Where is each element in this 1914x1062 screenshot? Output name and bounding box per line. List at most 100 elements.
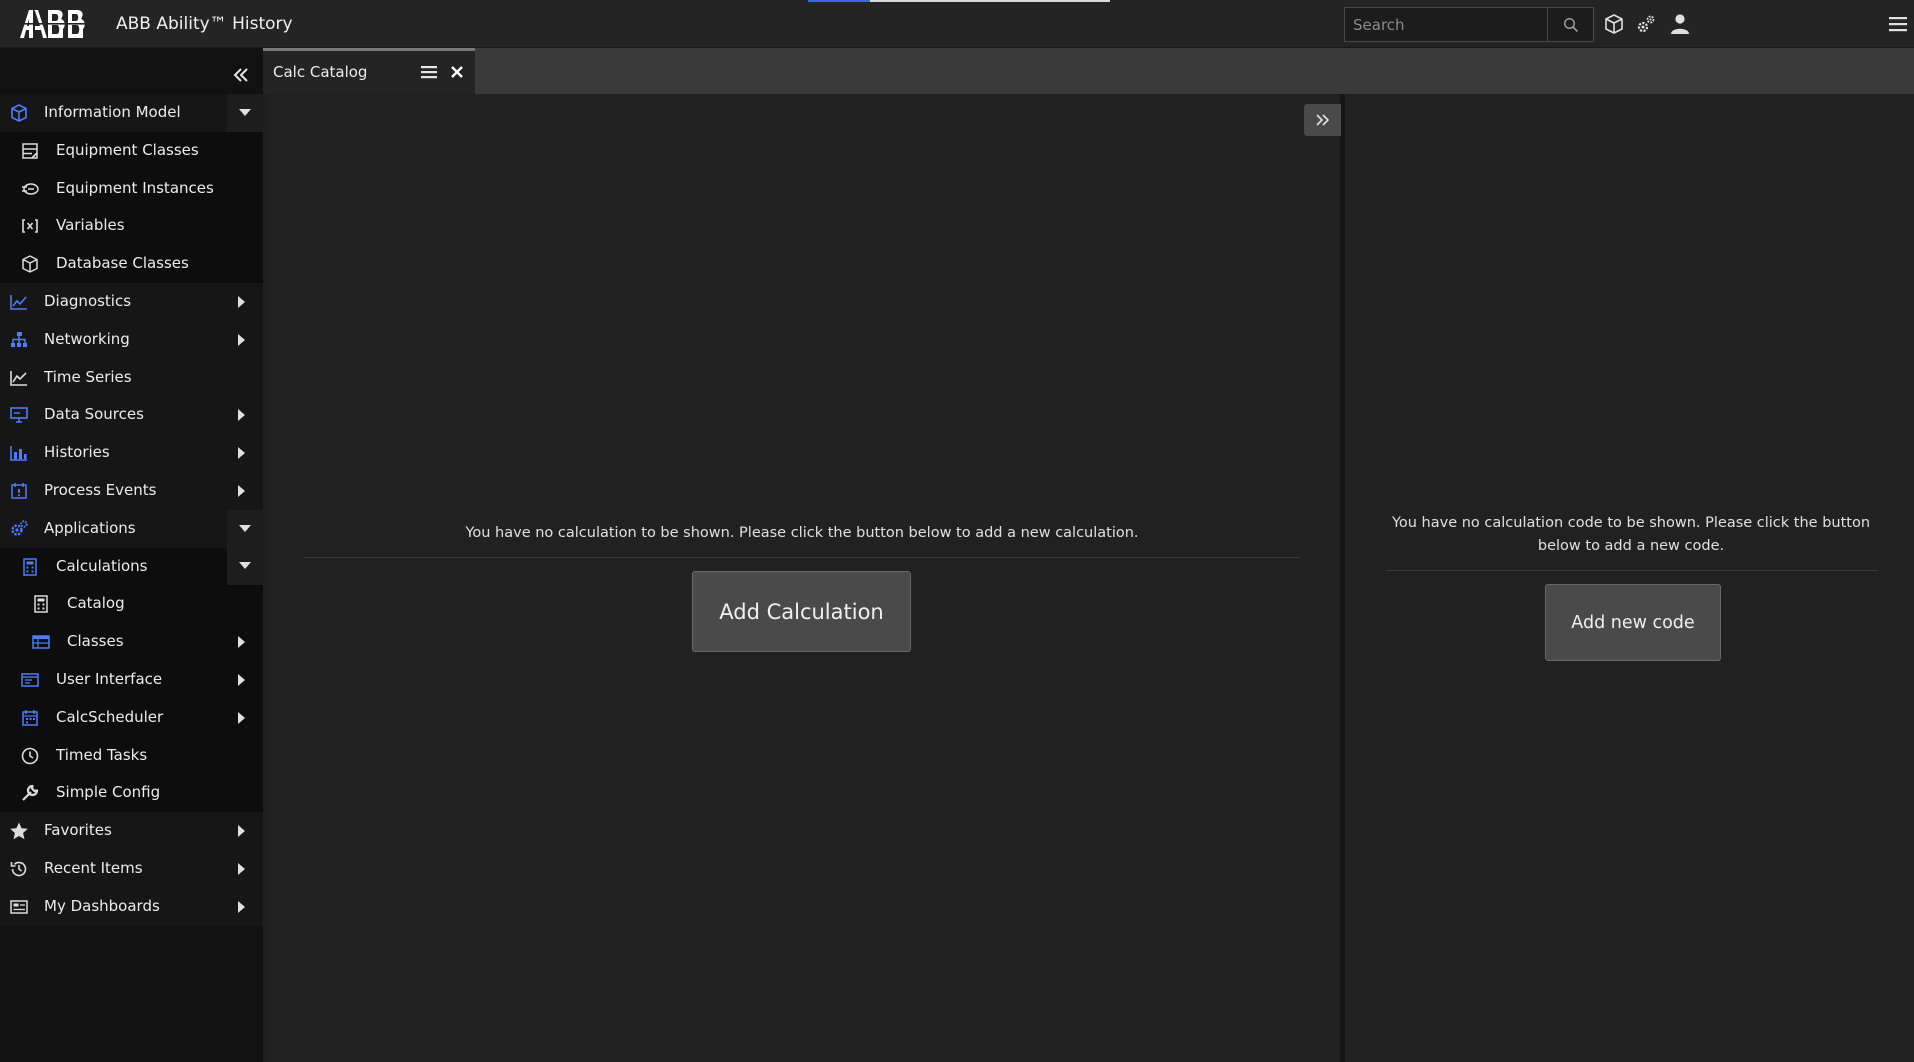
sidebar-item-database-classes[interactable]: Database Classes <box>0 245 263 283</box>
sidebar-item-recent-items[interactable]: Recent Items <box>0 849 263 888</box>
search-button[interactable] <box>1547 8 1593 41</box>
app-title: ABB Ability™ History <box>116 14 293 34</box>
sidebar-item-label: Classes <box>67 632 124 651</box>
settings-gears-icon[interactable] <box>1634 12 1658 36</box>
sidebar-item-label: Time Series <box>44 367 132 386</box>
sidebar-item-label: Variables <box>56 216 125 235</box>
sidebar-item-label: Applications <box>44 518 136 537</box>
search-input[interactable] <box>1345 8 1547 41</box>
network-icon <box>8 329 30 351</box>
sidebar-item-timed-tasks[interactable]: Timed Tasks <box>0 736 263 775</box>
sidebar-item-label: Data Sources <box>44 405 144 424</box>
cube-icon <box>8 102 30 124</box>
sidebar-item-calcscheduler[interactable]: CalcScheduler <box>0 698 263 737</box>
tab-menu-icon[interactable] <box>419 62 439 82</box>
calculator-catalog-icon <box>30 593 52 615</box>
caret-down-icon[interactable] <box>227 547 263 586</box>
variables-icon <box>19 215 41 237</box>
add-new-code-button[interactable]: Add new code <box>1545 584 1721 661</box>
top-progress-indicator <box>808 0 1110 2</box>
caret-right-icon[interactable] <box>235 824 249 838</box>
divider-line <box>1386 570 1878 571</box>
calculator-icon <box>19 556 41 578</box>
sidebar-item-favorites[interactable]: Favorites <box>0 812 263 850</box>
sidebar-item-user-interface[interactable]: User Interface <box>0 660 263 699</box>
wrench-icon <box>19 782 41 804</box>
sidebar-item-histories[interactable]: Histories <box>0 434 263 472</box>
caret-right-icon[interactable] <box>235 673 249 687</box>
no-calculation-message: You have no calculation to be shown. Ple… <box>465 525 1139 541</box>
sidebar-item-applications[interactable]: Applications <box>0 509 263 548</box>
sidebar-item-simple-config[interactable]: Simple Config <box>0 774 263 813</box>
caret-right-icon[interactable] <box>235 862 249 876</box>
expand-pane-button[interactable] <box>1304 104 1341 136</box>
sidebar-item-equipment-instances[interactable]: Equipment Instances <box>0 169 263 208</box>
sidebar-item-calculations[interactable]: Calculations <box>0 547 263 586</box>
history-icon <box>8 858 30 880</box>
table-icon <box>30 631 52 653</box>
sidebar-item-label: My Dashboards <box>44 896 160 915</box>
sidebar-item-catalog[interactable]: Catalog <box>0 585 263 624</box>
sidebar-item-label: Database Classes <box>56 254 189 273</box>
app-root: ABB Ability™ History Information Model <box>0 0 1914 1062</box>
caret-right-icon[interactable] <box>235 484 249 498</box>
sidebar-item-networking[interactable]: Networking <box>0 320 263 359</box>
gears-icon <box>8 518 30 540</box>
caret-right-icon[interactable] <box>235 333 249 347</box>
dashboard-icon <box>8 896 30 918</box>
user-interface-icon <box>19 669 41 691</box>
cube-outline-icon <box>19 253 41 275</box>
top-header: ABB Ability™ History <box>0 0 1914 48</box>
sidebar-item-label: Catalog <box>67 594 125 613</box>
diagnostics-chart-icon <box>8 291 30 313</box>
sidebar-item-classes[interactable]: Classes <box>0 623 263 661</box>
abb-logo[interactable] <box>20 8 96 40</box>
monitor-icon <box>8 404 30 426</box>
caret-right-icon[interactable] <box>235 295 249 309</box>
sidebar-item-label: User Interface <box>56 669 163 688</box>
tab-bar: Calc Catalog <box>263 48 1914 94</box>
no-calculation-code-message: You have no calculation code to be shown… <box>1391 515 1871 554</box>
close-icon[interactable] <box>447 62 467 82</box>
caret-right-icon[interactable] <box>235 635 249 649</box>
equipment-instances-icon <box>19 178 41 200</box>
sidebar-item-my-dashboards[interactable]: My Dashboards <box>0 887 263 926</box>
sidebar-item-label: Favorites <box>44 821 112 840</box>
caret-down-icon[interactable] <box>227 94 263 132</box>
star-icon <box>8 820 30 842</box>
sidebar-item-data-sources[interactable]: Data Sources <box>0 396 263 435</box>
caret-right-icon[interactable] <box>235 711 249 725</box>
hamburger-menu-icon[interactable] <box>1886 12 1910 36</box>
sidebar-item-variables[interactable]: Variables <box>0 207 263 246</box>
sidebar-item-label: Networking <box>44 329 130 348</box>
sidebar-item-label: CalcScheduler <box>56 707 164 726</box>
caret-right-icon[interactable] <box>235 446 249 460</box>
search-icon <box>1563 17 1578 32</box>
sidebar-item-label: Timed Tasks <box>56 745 148 764</box>
clock-icon <box>19 745 41 767</box>
caret-right-icon[interactable] <box>235 408 249 422</box>
sidebar-item-label: Recent Items <box>44 858 143 877</box>
collapse-sidebar-button[interactable] <box>230 62 252 88</box>
user-icon[interactable] <box>1668 12 1692 36</box>
sidebar-item-diagnostics[interactable]: Diagnostics <box>0 282 263 321</box>
tab-calc-catalog[interactable]: Calc Catalog <box>263 48 475 94</box>
sidebar-item-label: Equipment Classes <box>56 140 199 159</box>
add-calculation-button[interactable]: Add Calculation <box>692 571 911 652</box>
caret-right-icon[interactable] <box>235 900 249 914</box>
double-chevron-left-icon <box>233 68 248 82</box>
bar-chart-icon <box>8 442 30 464</box>
sidebar-item-equipment-classes[interactable]: Equipment Classes <box>0 131 263 170</box>
search-box <box>1344 7 1594 42</box>
sidebar-item-label: Equipment Instances <box>56 178 214 197</box>
sidebar-item-label: Histories <box>44 443 110 462</box>
sidebar-item-information-model[interactable]: Information Model <box>0 94 263 132</box>
line-chart-icon <box>8 367 30 389</box>
sidebar-item-time-series[interactable]: Time Series <box>0 358 263 397</box>
caret-down-icon[interactable] <box>227 509 263 548</box>
divider-line <box>304 557 1300 558</box>
cube-icon[interactable] <box>1602 12 1626 36</box>
sidebar-item-process-events[interactable]: Process Events <box>0 471 263 510</box>
double-chevron-right-icon <box>1315 114 1329 126</box>
sidebar-item-label: Calculations <box>56 556 148 575</box>
